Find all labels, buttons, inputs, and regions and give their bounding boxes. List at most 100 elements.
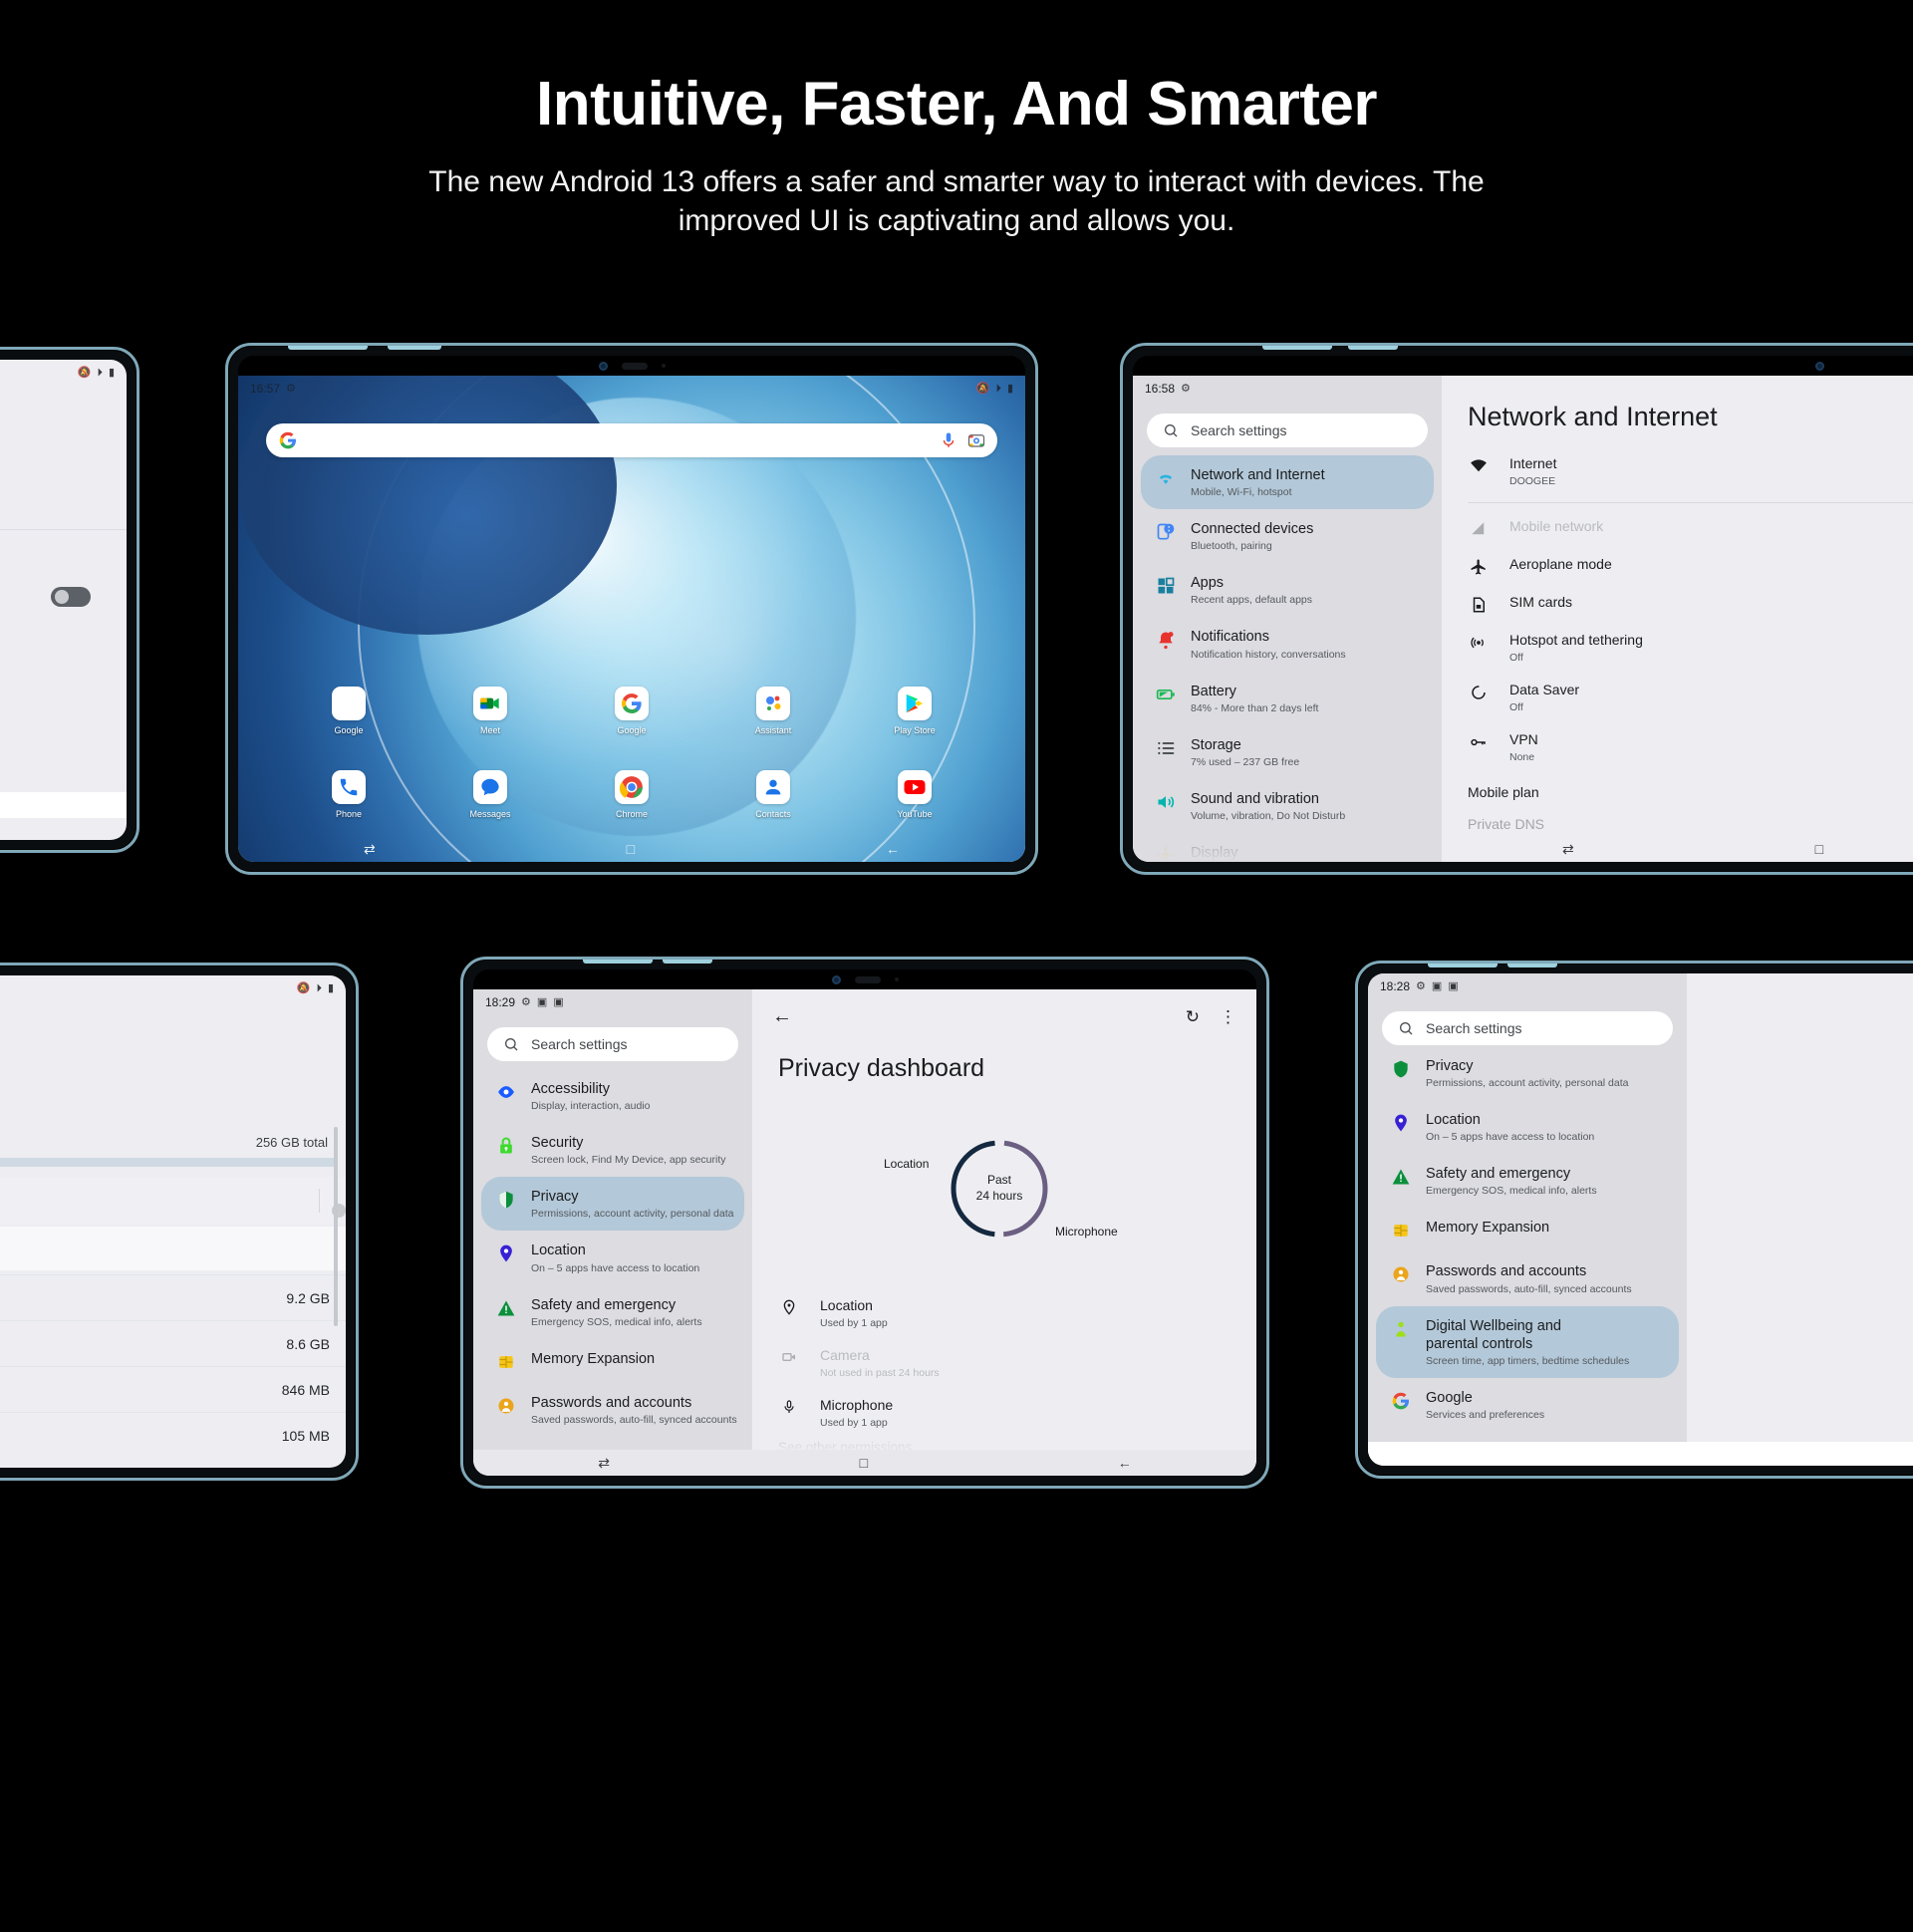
top-nub-left [288, 346, 368, 350]
settings-item-passwords-and-accounts[interactable]: Passwords and accounts Saved passwords, … [481, 1383, 744, 1437]
item-text: Privacy Permissions, account activity, p… [1426, 1057, 1628, 1089]
item-title: Connected devices [1191, 521, 1314, 538]
hero-section: Intuitive, Faster, And Smarter The new A… [0, 0, 1913, 299]
item-text: Network and Internet Mobile, Wi-Fi, hots… [1191, 466, 1325, 498]
location-pin-outline-icon [778, 1297, 800, 1315]
google-lens-icon[interactable] [967, 431, 985, 449]
memory-chip-icon [1390, 1219, 1412, 1241]
settings-item-notifications[interactable]: Notifications Notification history, conv… [1141, 617, 1434, 671]
app-chrome[interactable]: Chrome [615, 770, 649, 819]
storage-list-icon [1155, 736, 1177, 758]
settings-item-network-and-internet[interactable]: Network and Internet Mobile, Wi-Fi, hots… [1141, 455, 1434, 510]
back-arrow-icon[interactable]: ← [886, 841, 900, 857]
switch-icon[interactable]: ⇄ [1562, 841, 1574, 858]
settings-item-connected-devices[interactable]: Connected devices Bluetooth, pairing [1141, 509, 1434, 563]
detail-item-sim-cards[interactable]: SIM cards [1442, 585, 1913, 623]
switch-icon[interactable]: ⇄ [598, 1455, 610, 1472]
settings-item-battery[interactable]: Battery 84% - More than 2 days left [1141, 672, 1434, 725]
settings-item-location[interactable]: Location On – 5 apps have access to loca… [481, 1231, 744, 1284]
search-settings-input[interactable]: Search settings [1147, 414, 1428, 447]
storage-toggle-row[interactable] [0, 1177, 346, 1225]
app-assistant[interactable]: Assistant [755, 687, 791, 735]
screen-storage: 🔕 ⏵ ▮ 256 GB total and free up space 9.2… [0, 975, 346, 1468]
storage-toggle[interactable] [51, 587, 91, 607]
gear-icon: ⚙ [1416, 979, 1426, 992]
storage-hint-row[interactable]: and free up space [0, 1227, 346, 1270]
app-play-store[interactable]: Play Store [894, 687, 936, 735]
app-messages[interactable]: Messages [469, 770, 511, 819]
detail-title: Privacy dashboard [778, 1054, 985, 1082]
settings-item-privacy[interactable]: Privacy Permissions, account activity, p… [1376, 1053, 1679, 1100]
item-text: Memory Expansion [1426, 1219, 1549, 1237]
item-text: Passwords and accounts Saved passwords, … [531, 1394, 737, 1426]
settings-item-google[interactable]: Google Services and preferences [1376, 1378, 1679, 1432]
detail-item-aeroplane-mode[interactable]: Aeroplane mode [1442, 547, 1913, 585]
detail-item-mobile-network[interactable]: Mobile network [1442, 509, 1913, 547]
back-arrow-icon[interactable]: ← [772, 1005, 792, 1028]
settings-item-safety-and-emergency[interactable]: Safety and emergency Emergency SOS, medi… [1376, 1154, 1679, 1208]
search-settings-input[interactable]: Search settings [1382, 1011, 1673, 1045]
item-title: Battery [1191, 683, 1236, 699]
google-search-bar[interactable] [266, 423, 997, 457]
app-youtube[interactable]: YouTube [897, 770, 933, 819]
detail-item-hotspot-and-tethering[interactable]: Hotspot and tethering Off [1442, 623, 1913, 673]
table-row[interactable]: 8.6 GB [0, 1320, 346, 1366]
detail-title-text: Data Saver [1509, 682, 1580, 697]
home-square-icon[interactable]: □ [860, 1455, 868, 1471]
app-contacts[interactable]: Contacts [755, 770, 791, 819]
more-vertical-icon[interactable]: ⋮ [1220, 1007, 1236, 1027]
detail-item-data-saver[interactable]: Data Saver Off [1442, 673, 1913, 722]
speaker-slot [854, 975, 881, 983]
settings-item-accessibility[interactable]: Accessibility Display, interaction, audi… [481, 1069, 744, 1123]
settings-item-memory-expansion[interactable]: Memory Expansion [1376, 1208, 1679, 1251]
search-icon [505, 1038, 518, 1051]
microphone-icon[interactable] [940, 431, 957, 449]
settings-item-sound-and-vibration[interactable]: Sound and vibration Volume, vibration, D… [1141, 779, 1434, 833]
settings-item-apps[interactable]: Apps Recent apps, default apps [1141, 563, 1434, 617]
settings-item-security[interactable]: Security Screen lock, Find My Device, ap… [481, 1123, 744, 1177]
detail-subtitle-text: Off [1509, 652, 1523, 664]
contacts-icon [756, 770, 790, 804]
back-arrow-icon[interactable]: ← [1118, 1455, 1132, 1471]
app-google-search[interactable]: Google [615, 687, 649, 735]
table-row[interactable]: 846 MB [0, 1366, 346, 1412]
item-subtitle: Emergency SOS, medical info, alerts [531, 1315, 702, 1328]
refresh-icon[interactable]: ↻ [1186, 1007, 1200, 1027]
wifi-icon: ⏵ [995, 382, 1001, 395]
battery-icon: ▮ [108, 366, 115, 379]
item-text: Safety and emergency Emergency SOS, medi… [531, 1296, 702, 1328]
scrollbar[interactable] [334, 1127, 338, 1326]
app-phone[interactable]: Phone [332, 770, 366, 819]
item-title: Privacy [531, 1189, 579, 1206]
item-text: Location On – 5 apps have access to loca… [1426, 1111, 1594, 1143]
home-square-icon[interactable]: □ [627, 841, 635, 857]
home-square-icon[interactable]: □ [1815, 841, 1823, 857]
detail-text: VPN None [1509, 731, 1538, 763]
settings-item-privacy[interactable]: Privacy Permissions, account activity, p… [481, 1177, 744, 1232]
detail-title-text: VPN [1509, 731, 1538, 747]
app-google[interactable]: Google [332, 687, 366, 735]
privacy-detail-pane: ← ↻ ⋮ Privacy dashboard Past 24 hours Lo… [752, 989, 1256, 1476]
storage-total-label: 256 GB total [255, 1135, 328, 1150]
search-settings-input[interactable]: Search settings [487, 1027, 738, 1061]
settings-item-digital-wellbeing[interactable]: Digital Wellbeing and parental controls … [1376, 1305, 1679, 1378]
person-key-icon [495, 1394, 517, 1416]
permission-row-camera[interactable]: Camera Not used in past 24 hours [752, 1338, 1256, 1388]
toggle-pill[interactable] [51, 587, 91, 607]
detail-item-internet[interactable]: Internet DOOGEE [1442, 446, 1913, 496]
settings-item-location[interactable]: Location On – 5 apps have access to loca… [1376, 1100, 1679, 1154]
detail-item-vpn[interactable]: VPN None [1442, 722, 1913, 772]
permission-row-location[interactable]: Location Used by 1 app [752, 1288, 1256, 1338]
bezel: 🔕 ⏵ ▮ 256 GB total and free up space 9.2… [0, 975, 346, 1468]
settings-item-memory-expansion[interactable]: Memory Expansion [481, 1339, 744, 1383]
settings-item-storage[interactable]: Storage 7% used – 237 GB free [1141, 725, 1434, 779]
detail-item-mobile-plan[interactable]: Mobile plan [1442, 772, 1913, 804]
settings-item-passwords-and-accounts[interactable]: Passwords and accounts Saved passwords, … [1376, 1251, 1679, 1305]
switch-icon[interactable]: ⇄ [364, 841, 376, 858]
app-meet[interactable]: Meet [473, 687, 507, 735]
detail-item-private-dns[interactable]: Private DNS [1442, 804, 1913, 836]
settings-item-safety-and-emergency[interactable]: Safety and emergency Emergency SOS, medi… [481, 1285, 744, 1339]
table-row[interactable]: 9.2 GB [0, 1274, 346, 1320]
donut-label-microphone: Microphone [1055, 1225, 1118, 1239]
navigation-bar: ⇄ □ ← [238, 836, 1025, 862]
